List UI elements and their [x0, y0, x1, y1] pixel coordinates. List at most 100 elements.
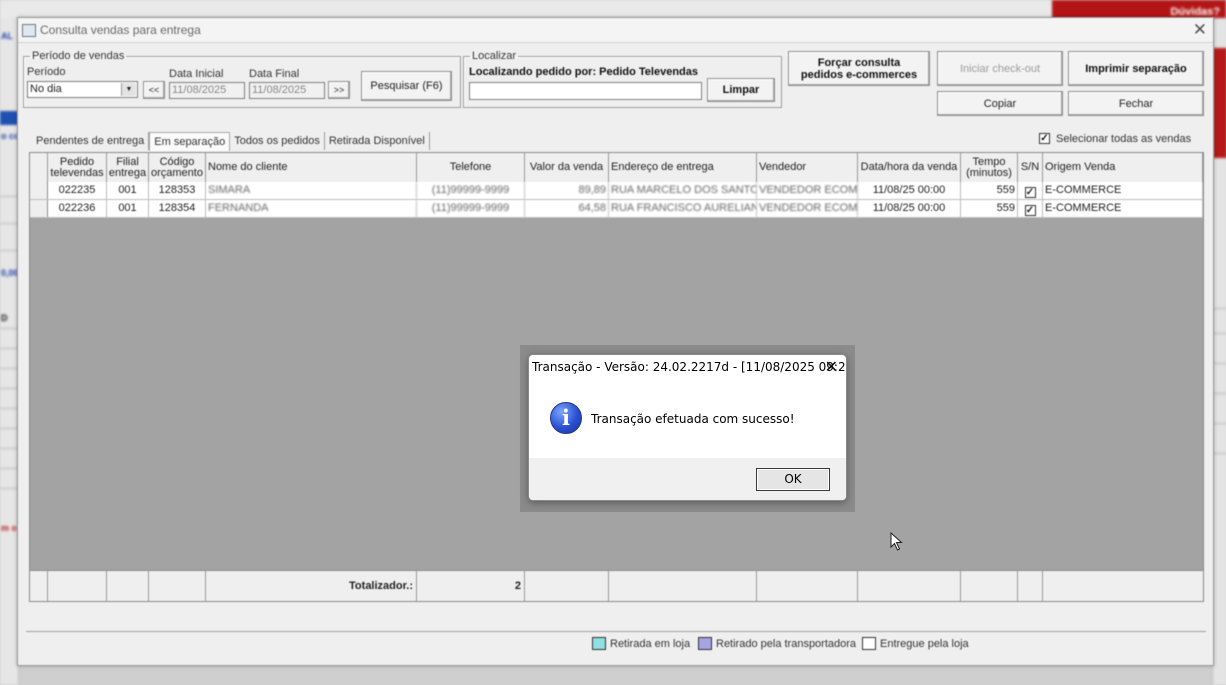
- window-close-icon[interactable]: ✕: [1193, 20, 1207, 40]
- legend-carrier: Retirado pela transportadora: [716, 638, 857, 650]
- phone-cell: (11)99999-9999: [417, 182, 525, 199]
- column-header[interactable]: Telefone: [417, 153, 525, 182]
- mouse-cursor-icon: [890, 532, 903, 551]
- seller-cell: VENDEDOR ECOM: [757, 200, 858, 217]
- column-header[interactable]: Pedido televendas: [48, 153, 107, 182]
- checkout-button[interactable]: Iniciar check-out: [937, 51, 1063, 86]
- period-label: Período: [27, 66, 66, 78]
- background-selected-bar: [0, 111, 18, 125]
- sn-cell[interactable]: ✓: [1018, 182, 1043, 199]
- sales-delivery-window: Consulta vendas para entrega ✕ Período d…: [17, 17, 1214, 666]
- background-fragment: m o: [1, 523, 18, 533]
- address-cell: RUA FRANCISCO AURELIANO: [609, 200, 757, 217]
- legend-store-pickup: Retirada em loja: [610, 638, 691, 650]
- previous-date-button[interactable]: <<: [143, 81, 165, 99]
- start-date-field[interactable]: 11/08/2025: [169, 82, 245, 99]
- tab-pending[interactable]: Pendentes de entrega: [32, 132, 150, 150]
- end-date-field[interactable]: 11/08/2025: [249, 82, 325, 99]
- start-date-label: Data Inicial: [169, 68, 224, 80]
- force-ecommerce-button[interactable]: Forçar consulta pedidos e-commerces: [788, 51, 930, 86]
- background-right-panel: [1212, 18, 1226, 685]
- column-header[interactable]: Endereço de entrega: [609, 153, 757, 182]
- tab-pickup-available[interactable]: Retirada Disponível: [325, 132, 430, 150]
- period-select[interactable]: No dia ▼: [27, 81, 138, 98]
- column-header[interactable]: Origem Venda: [1043, 153, 1203, 182]
- column-header[interactable]: Valor da venda: [525, 153, 609, 182]
- clear-button[interactable]: Limpar: [707, 78, 775, 102]
- table-row[interactable]: 022236 001 128354 FERNANDA (11)99999-999…: [30, 200, 1203, 218]
- phone-cell: (11)99999-9999: [417, 200, 525, 217]
- info-icon: i: [550, 402, 582, 434]
- sale-origin-cell: E-COMMERCE: [1043, 182, 1203, 199]
- time-minutes-cell: 559: [961, 200, 1018, 217]
- address-cell: RUA MARCELO DOS SANTOS: [609, 182, 757, 199]
- locate-group-label: Localizar: [472, 50, 517, 62]
- tab-all-orders[interactable]: Todos os pedidos: [230, 132, 325, 150]
- row-checkbox[interactable]: ✓: [1024, 187, 1036, 198]
- column-header[interactable]: S/N: [1018, 153, 1043, 182]
- window-titlebar: Consulta vendas para entrega ✕: [18, 18, 1213, 43]
- tab-strip: Pendentes de entrega Em separação Todos …: [32, 132, 430, 151]
- dialog-footer: OK: [529, 458, 846, 500]
- order-number-cell: 022235: [48, 182, 107, 199]
- budget-code-cell: 128353: [149, 182, 206, 199]
- select-all-label: Selecionar todas as vendas: [1056, 133, 1192, 145]
- column-header[interactable]: Nome do cliente: [206, 153, 417, 182]
- column-header[interactable]: Tempo (minutos): [961, 153, 1018, 182]
- legend-store-delivery: Entregue pela loja: [880, 638, 969, 650]
- locate-mode-text: Localizando pedido por: Pedido Televenda…: [469, 66, 698, 78]
- chevron-down-icon[interactable]: ▼: [121, 83, 136, 96]
- sale-value-cell: 89,89: [525, 182, 609, 199]
- column-header[interactable]: Filial entrega: [107, 153, 149, 182]
- close-button[interactable]: Fechar: [1068, 91, 1204, 116]
- order-number-cell: 022236: [48, 200, 107, 217]
- legend-swatch-carrier: [698, 637, 712, 650]
- total-label: Totalizador.:: [206, 571, 417, 601]
- sale-datetime-cell: 11/08/25 00:00: [858, 200, 961, 217]
- budget-code-cell: 128354: [149, 200, 206, 217]
- column-header[interactable]: Data/hora da venda: [858, 153, 961, 182]
- row-indicator[interactable]: [30, 182, 48, 199]
- row-indicator[interactable]: [30, 200, 48, 217]
- sn-cell[interactable]: ✓: [1018, 200, 1043, 217]
- next-date-button[interactable]: >>: [328, 81, 350, 99]
- tab-in-separation[interactable]: Em separação: [149, 132, 231, 151]
- total-value: 2: [417, 571, 525, 601]
- grid-header: Pedido televendas Filial entrega Código …: [30, 153, 1203, 183]
- table-row[interactable]: 022235 001 128353 SIMARA (11)99999-9999 …: [30, 182, 1203, 200]
- column-header[interactable]: Código orçamento: [149, 153, 206, 182]
- sale-origin-cell: E-COMMERCE: [1043, 200, 1203, 217]
- seller-cell: VENDEDOR ECOM: [757, 182, 858, 199]
- grid-footer: Totalizador.: 2: [30, 570, 1203, 601]
- print-separation-button[interactable]: Imprimir separação: [1068, 51, 1204, 86]
- window-app-icon: [22, 24, 36, 37]
- close-icon[interactable]: ✕: [825, 357, 838, 377]
- copy-button[interactable]: Copiar: [937, 91, 1063, 116]
- legend-swatch-store-pickup: [592, 637, 606, 650]
- sale-datetime-cell: 11/08/25 00:00: [858, 182, 961, 199]
- row-indicator-header: [30, 153, 48, 182]
- dialog-title: Transação - Versão: 24.02.2217d - [11/08…: [532, 360, 847, 374]
- legend-divider: [26, 631, 1206, 632]
- customer-name-cell: FERNANDA: [206, 200, 417, 217]
- background-red-block: [1213, 48, 1226, 158]
- background-fragment: AL: [1, 31, 13, 41]
- background-fragment: 0,00: [1, 268, 19, 278]
- branch-cell: 001: [107, 182, 149, 199]
- end-date-label: Data Final: [249, 68, 300, 80]
- window-title: Consulta vendas para entrega: [40, 23, 201, 37]
- background-fragment: D: [1, 313, 8, 323]
- ok-button[interactable]: OK: [756, 468, 830, 491]
- period-group-label: Período de vendas: [32, 50, 125, 62]
- period-select-value: No dia: [30, 83, 62, 95]
- search-button[interactable]: Pesquisar (F6): [361, 71, 452, 101]
- dialog-message: Transação efetuada com sucesso!: [591, 412, 795, 426]
- branch-cell: 001: [107, 200, 149, 217]
- customer-name-cell: SIMARA: [206, 182, 417, 199]
- transaction-dialog: Transação - Versão: 24.02.2217d - [11/08…: [528, 354, 847, 501]
- locate-input[interactable]: [469, 82, 702, 100]
- legend-swatch-store-delivery: [862, 637, 876, 650]
- row-checkbox[interactable]: ✓: [1024, 205, 1036, 216]
- column-header[interactable]: Vendedor: [757, 153, 858, 182]
- select-all-checkbox[interactable]: ✓: [1039, 133, 1050, 144]
